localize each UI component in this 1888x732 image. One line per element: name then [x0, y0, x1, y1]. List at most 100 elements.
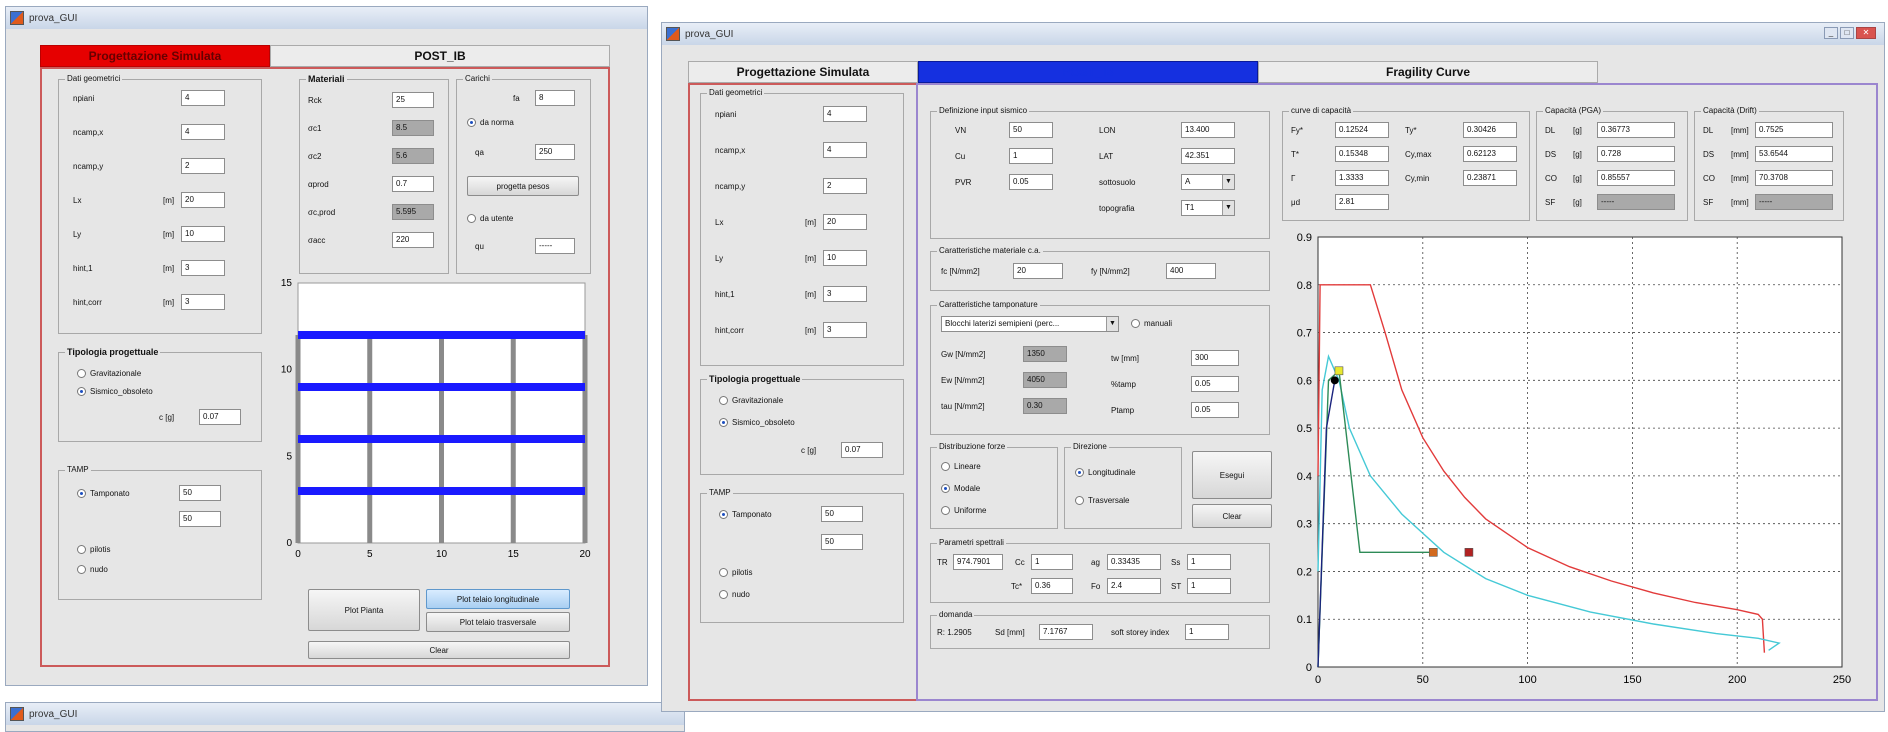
curve-input[interactable]: 0.23871 [1463, 170, 1517, 186]
plot-pianta-button[interactable]: Plot Pianta [308, 589, 420, 631]
radio-lineare[interactable]: Lineare [941, 462, 981, 471]
radio-nudo[interactable]: nudo [77, 565, 108, 574]
clear-button[interactable]: Clear [308, 641, 570, 659]
radio-trasversale[interactable]: Trasversale [1075, 496, 1130, 505]
tamp-input-1[interactable]: 50 [821, 506, 863, 522]
tr-label: TR [937, 558, 948, 567]
sottosuolo-select[interactable]: A ▼ [1181, 174, 1235, 190]
geo-input[interactable]: 4 [823, 142, 867, 158]
tab-fragility-curve[interactable]: Fragility Curve [1258, 61, 1598, 83]
tc-input[interactable]: 0.36 [1031, 578, 1073, 594]
tab-post-ib[interactable]: POST_IB [270, 45, 610, 67]
radio-longitudinale[interactable]: Longitudinale [1075, 468, 1136, 477]
geo-input[interactable]: 4 [823, 106, 867, 122]
ptamp2-input[interactable]: 0.05 [1191, 402, 1239, 418]
ss-input[interactable]: 1 [1187, 554, 1231, 570]
geo-input[interactable]: 4 [181, 90, 225, 106]
tamp-input-2[interactable]: 50 [179, 511, 221, 527]
tamponature-select[interactable]: Blocchi laterizi semipieni (perc... ▼ [941, 316, 1119, 332]
mat-label: σc,prod [308, 208, 336, 217]
tab-progettazione-simulata[interactable]: Progettazione Simulata [688, 61, 918, 83]
geo-input[interactable]: 3 [823, 322, 867, 338]
radio-sismico-obsoleto[interactable]: Sismico_obsoleto [719, 418, 795, 427]
topografia-select[interactable]: T1 ▼ [1181, 200, 1235, 216]
curve-input[interactable]: 1.3333 [1335, 170, 1389, 186]
geo-input[interactable]: 20 [823, 214, 867, 230]
radio-manuali[interactable]: manuali [1131, 319, 1172, 328]
geo-input[interactable]: 10 [181, 226, 225, 242]
geo-input[interactable]: 3 [181, 294, 225, 310]
ag-input[interactable]: 0.33435 [1107, 554, 1161, 570]
pvr-input[interactable]: 0.05 [1009, 174, 1053, 190]
radio-da-utente[interactable]: da utente [467, 214, 513, 223]
curve-input[interactable]: 0.15348 [1335, 146, 1389, 162]
lat-input[interactable]: 42.351 [1181, 148, 1235, 164]
geo-input[interactable]: 2 [823, 178, 867, 194]
cc-input[interactable]: 1 [1031, 554, 1073, 570]
geo-input[interactable]: 20 [181, 192, 225, 208]
mat-input[interactable]: 0.7 [392, 176, 434, 192]
tr-input[interactable]: 974.7901 [953, 554, 1003, 570]
geo-input[interactable]: 2 [181, 158, 225, 174]
maximize-icon[interactable]: □ [1840, 27, 1854, 39]
st-input[interactable]: 1 [1187, 578, 1231, 594]
radio-tamponato[interactable]: Tamponato [77, 489, 130, 498]
radio-sismico-obsoleto[interactable]: Sismico_obsoleto [77, 387, 153, 396]
sd-input[interactable]: 7.1767 [1039, 624, 1093, 640]
lon-input[interactable]: 13.400 [1181, 122, 1235, 138]
vn-input[interactable]: 50 [1009, 122, 1053, 138]
capacity-input[interactable]: 0.85557 [1597, 170, 1675, 186]
plot-telaio-longitudinale-button[interactable]: Plot telaio longitudinale [426, 589, 570, 609]
mat-input[interactable]: 220 [392, 232, 434, 248]
radio-gravitazionale[interactable]: Gravitazionale [719, 396, 783, 405]
curve-input[interactable]: 0.12524 [1335, 122, 1389, 138]
capacity-input[interactable]: 0.728 [1597, 146, 1675, 162]
plot-telaio-trasversale-button[interactable]: Plot telaio trasversale [426, 612, 570, 632]
tw-input[interactable]: 300 [1191, 350, 1239, 366]
c-input[interactable]: 0.07 [199, 409, 241, 425]
curve-input[interactable]: 0.30426 [1463, 122, 1517, 138]
panel-tamponature: Caratteristiche tamponature Blocchi late… [930, 300, 1270, 435]
tau-label: tau [N/mm2] [941, 402, 985, 411]
capacity-input[interactable]: 0.36773 [1597, 122, 1675, 138]
radio-modale[interactable]: Modale [941, 484, 980, 493]
fo-input[interactable]: 2.4 [1107, 578, 1161, 594]
tamp-input-2[interactable]: 50 [821, 534, 863, 550]
fc-input[interactable]: 20 [1013, 263, 1063, 279]
capacity-input[interactable]: 70.3708 [1755, 170, 1833, 186]
radio-uniforme[interactable]: Uniforme [941, 506, 986, 515]
radio-tamponato[interactable]: Tamponato [719, 510, 772, 519]
radio-gravitazionale[interactable]: Gravitazionale [77, 369, 141, 378]
tamp-input-1[interactable]: 50 [179, 485, 221, 501]
qu-input[interactable]: ----- [535, 238, 575, 254]
geo-input[interactable]: 3 [181, 260, 225, 276]
tab-post-ib[interactable]: POST_IB [918, 61, 1258, 83]
esegui-button[interactable]: Esegui [1192, 451, 1272, 499]
radio-pilotis[interactable]: pilotis [719, 568, 752, 577]
fy-input[interactable]: 400 [1166, 263, 1216, 279]
fa-input[interactable]: 8 [535, 90, 575, 106]
geo-input[interactable]: 10 [823, 250, 867, 266]
progetta-pesos-button[interactable]: progetta pesos [467, 176, 579, 196]
radio-da-norma[interactable]: da norma [467, 118, 514, 127]
c-input[interactable]: 0.07 [841, 442, 883, 458]
radio-nudo[interactable]: nudo [719, 590, 750, 599]
curve-label: μd [1291, 198, 1301, 207]
minimize-icon[interactable]: _ [1824, 27, 1838, 39]
clear-button[interactable]: Clear [1192, 504, 1272, 528]
soft-storey-input[interactable]: 1 [1185, 624, 1229, 640]
capacity-input[interactable]: 0.7525 [1755, 122, 1833, 138]
curve-input[interactable]: 2.81 [1335, 194, 1389, 210]
x-tick-label: 150 [1623, 674, 1641, 686]
cu-input[interactable]: 1 [1009, 148, 1053, 164]
capacity-input[interactable]: 53.6544 [1755, 146, 1833, 162]
close-icon[interactable]: ✕ [1856, 27, 1876, 39]
curve-input[interactable]: 0.62123 [1463, 146, 1517, 162]
ptamp-input[interactable]: 0.05 [1191, 376, 1239, 392]
tab-progettazione-simulata[interactable]: Progettazione Simulata [40, 45, 270, 67]
radio-pilotis[interactable]: pilotis [77, 545, 110, 554]
mat-input[interactable]: 25 [392, 92, 434, 108]
geo-input[interactable]: 4 [181, 124, 225, 140]
geo-input[interactable]: 3 [823, 286, 867, 302]
qa-input[interactable]: 250 [535, 144, 575, 160]
